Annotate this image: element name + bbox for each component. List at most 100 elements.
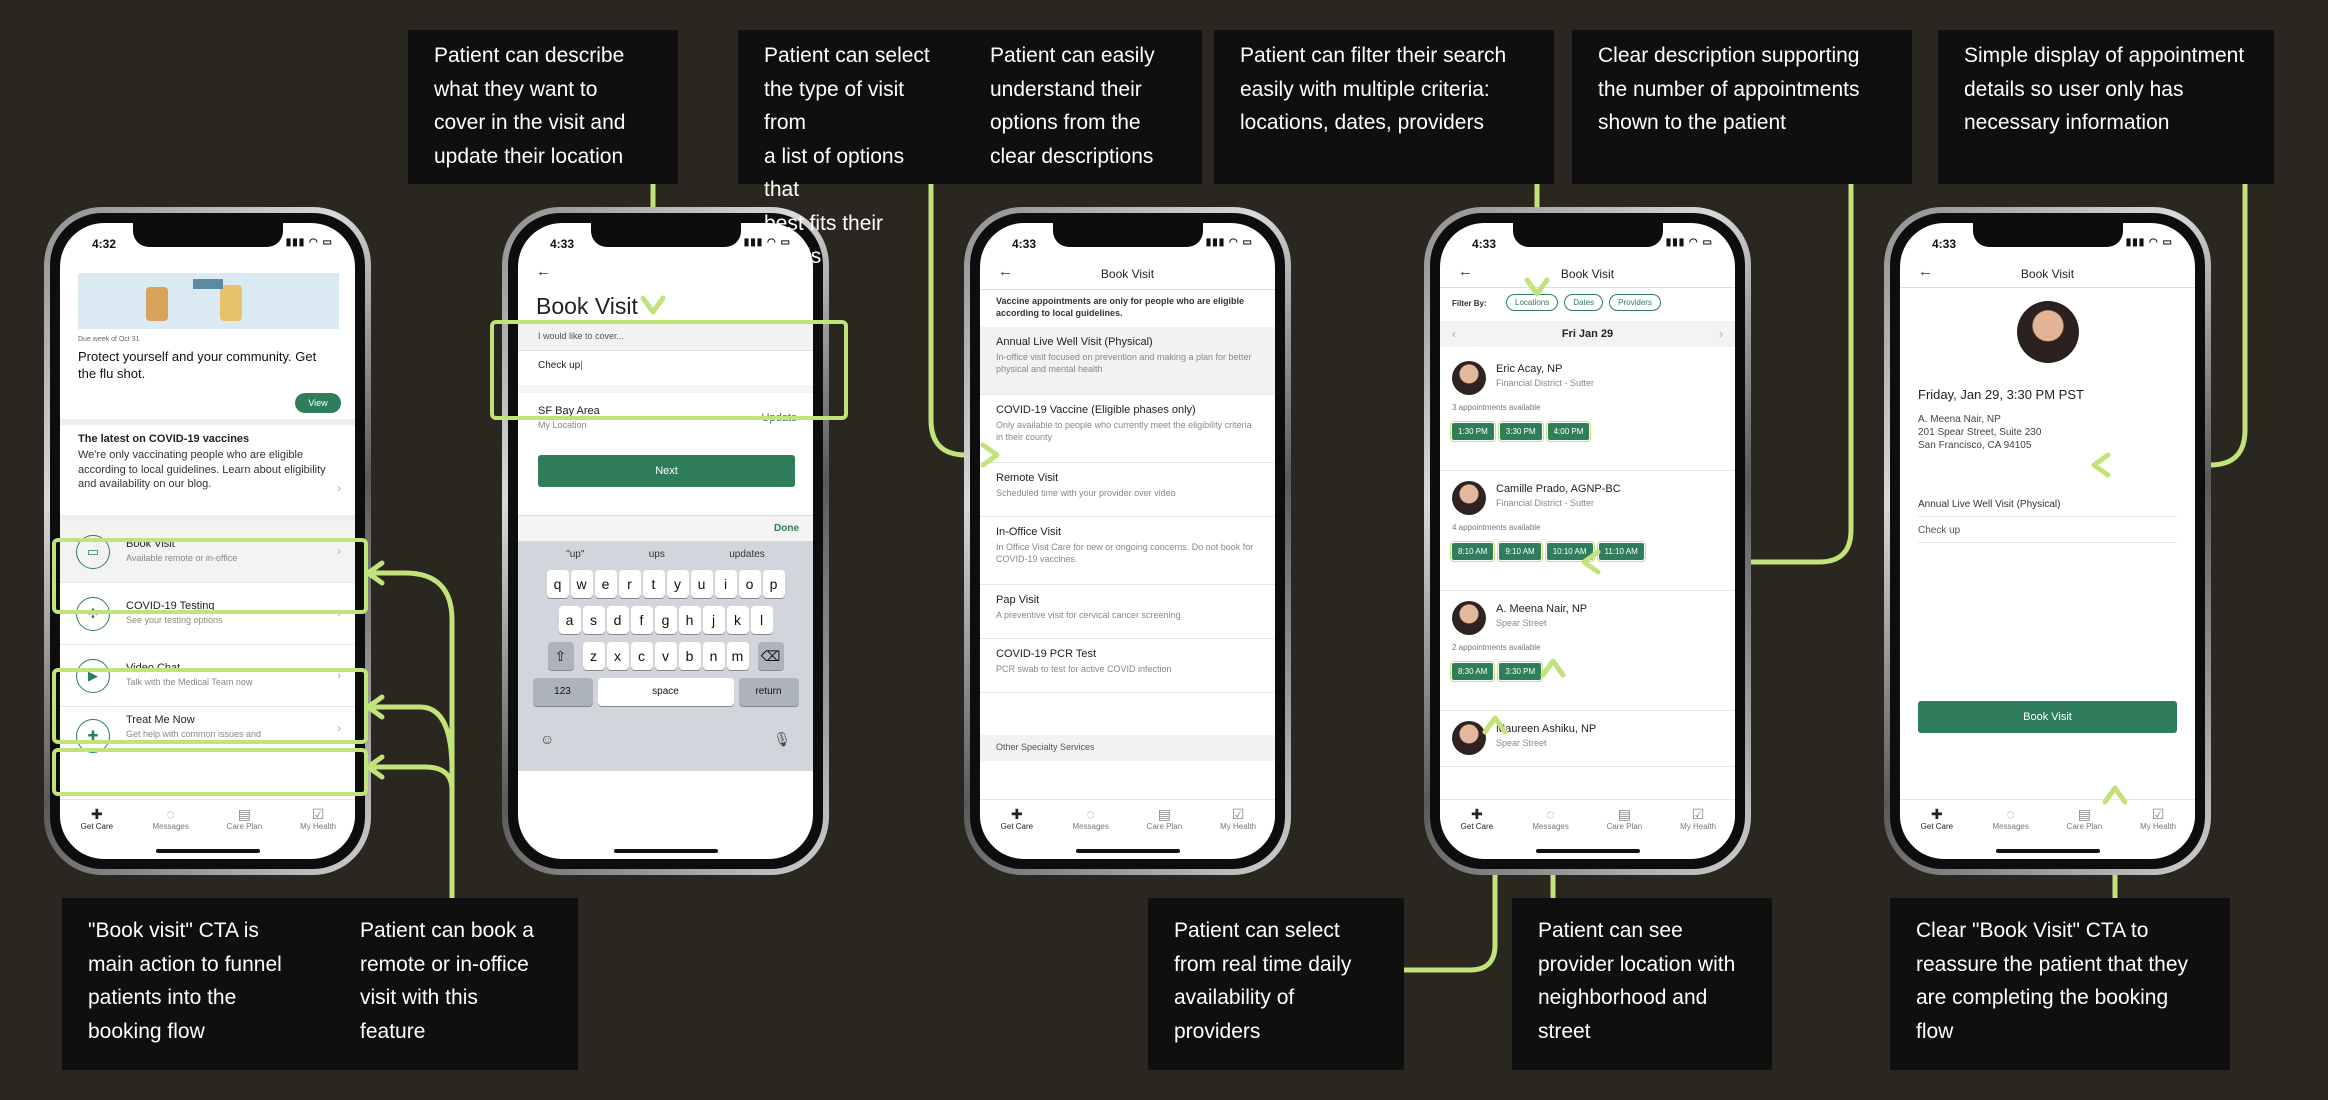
key-i[interactable]: i [714,570,737,598]
notch [1512,223,1663,247]
key-j[interactable]: j [702,606,725,634]
medkit-icon: ✚ [1011,806,1023,822]
filter-chips: Locations Dates Providers [1506,294,1661,311]
key-g[interactable]: g [654,606,677,634]
time-slot-button[interactable]: 8:30 AM [1449,661,1496,682]
book-visit-button[interactable]: Book Visit [1918,701,2177,733]
key-s[interactable]: s [582,606,605,634]
time-slot-button[interactable]: 3:30 PM [1497,661,1544,682]
tab-get-care[interactable]: ✚ Get Care [1440,800,1514,841]
key-f[interactable]: f [630,606,653,634]
tab-my-health[interactable]: ☑ My Health [1201,800,1275,841]
time-slot-button[interactable]: 1:30 PM [1450,421,1496,442]
appointment-datetime: Friday, Jan 29, 3:30 PM PST [1918,387,2084,402]
tab-messages[interactable]: ◌ Messages [1514,800,1588,841]
provider-name[interactable]: Maureen Ashiku, NP [1496,723,1596,735]
time-slot-button[interactable]: 9:10 AM [1497,541,1543,562]
visit-option[interactable]: COVID-19 PCR Test PCR swab to test for ac… [980,639,1275,693]
provider-row: Eric Acay, NP Financial District - Sutter… [1440,351,1735,471]
return-key[interactable]: return [738,678,799,706]
tab-messages[interactable]: ◌ Messages [1054,800,1128,841]
tab-get-care[interactable]: ✚ Get Care [1900,800,1974,841]
tab-my-health[interactable]: ☑ My Health [281,800,355,841]
key-z[interactable]: z [582,642,605,670]
health-icon: ☑ [2151,806,2165,822]
visit-option[interactable]: COVID-19 Vaccine (Eligible phases only) O… [980,395,1275,463]
tab-label: Care Plan [1146,822,1183,831]
provider-name[interactable]: Camille Prado, AGNP-BC [1496,483,1621,495]
key-w[interactable]: w [570,570,593,598]
key-l[interactable]: l [750,606,773,634]
tab-bar: ✚ Get Care ◌ Messages ▤ Care Plan ☑ My Healt… [1440,799,1735,841]
key-q[interactable]: q [546,570,569,598]
suggestion[interactable]: "up" [566,549,584,560]
key-n[interactable]: n [702,642,725,670]
filter-chip-providers[interactable]: Providers [1609,294,1661,311]
tab-get-care[interactable]: ✚ Get Care [980,800,1054,841]
time-slot-button[interactable]: 3:30 PM [1497,421,1544,442]
tab-my-health[interactable]: ☑ My Health [1661,800,1735,841]
covid-body[interactable]: We're only vaccinating people who are el… [78,448,329,492]
time-slot-button[interactable]: 8:10 AM [1449,541,1496,562]
filter-chip-dates[interactable]: Dates [1564,294,1604,311]
tab-messages[interactable]: ◌ Messages [134,800,208,841]
key-y[interactable]: y [666,570,689,598]
key-a[interactable]: a [558,606,581,634]
back-arrow-icon[interactable]: ← [536,263,551,280]
space-key[interactable]: space [597,678,734,706]
key-t[interactable]: t [642,570,665,598]
key-b[interactable]: b [678,642,701,670]
suggestion[interactable]: ups [649,549,665,560]
tab-care-plan[interactable]: ▤ Care Plan [2048,800,2122,841]
microphone-icon[interactable]: 🎙 [773,731,791,748]
key-d[interactable]: d [606,606,629,634]
clipboard-icon: ▤ [1157,806,1171,822]
health-icon: ☑ [311,806,325,822]
tab-messages[interactable]: ◌ Messages [1974,800,2048,841]
view-button[interactable]: View [295,393,341,413]
medkit-icon: ✚ [1471,806,1483,822]
note-clear-cta: Clear "Book Visit" CTA to reassure the p… [1890,898,2230,1070]
tab-care-plan[interactable]: ▤ Care Plan [1588,800,1662,841]
chevron-right-icon[interactable]: › [1719,327,1723,341]
suggestion[interactable]: updates [729,549,765,560]
visit-option[interactable]: Remote Visit Scheduled time with your pro… [980,463,1275,517]
key-x[interactable]: x [606,642,629,670]
emoji-icon[interactable]: ☺ [540,731,554,747]
backspace-key-icon[interactable]: ⌫ [757,642,784,670]
visit-option[interactable]: In-Office Visit In Office Visit Care for … [980,517,1275,585]
key-k[interactable]: k [726,606,749,634]
numbers-key[interactable]: 123 [532,678,593,706]
done-button[interactable]: Done [774,523,799,534]
key-e[interactable]: e [594,570,617,598]
status-time: 4:33 [550,237,575,251]
visit-option[interactable]: Pap Visit A preventive visit for cervical… [980,585,1275,639]
option-description: PCR swab to test for active COVID infect… [996,664,1172,674]
provider-location: Financial District - Sutter [1496,498,1595,508]
key-c[interactable]: c [630,642,653,670]
shift-key-icon[interactable]: ⇧ [547,642,574,670]
tab-care-plan[interactable]: ▤ Care Plan [208,800,282,841]
key-h[interactable]: h [678,606,701,634]
tab-care-plan[interactable]: ▤ Care Plan [1128,800,1202,841]
option-title: Pap Visit [996,594,1040,606]
visit-option[interactable]: Annual Live Well Visit (Physical) In-offi… [980,327,1275,395]
key-m[interactable]: m [726,642,749,670]
keyboard-toolbar: Done [518,515,813,541]
provider-name[interactable]: A. Meena Nair, NP [1496,603,1587,615]
medkit-icon: ✚ [1931,806,1943,822]
time-slot-button[interactable]: 10:10 AM [1544,541,1595,562]
time-slots: 1:30 PM 3:30 PM 4:00 PM [1450,421,1595,442]
key-u[interactable]: u [690,570,713,598]
provider-name[interactable]: Eric Acay, NP [1496,363,1562,375]
key-o[interactable]: o [738,570,761,598]
filter-chip-locations[interactable]: Locations [1506,294,1559,311]
tab-get-care[interactable]: ✚ Get Care [60,800,134,841]
time-slot-button[interactable]: 4:00 PM [1545,421,1592,442]
key-p[interactable]: p [762,570,785,598]
key-r[interactable]: r [618,570,641,598]
key-v[interactable]: v [654,642,677,670]
time-slot-button[interactable]: 11:10 AM [1596,541,1646,562]
tab-my-health[interactable]: ☑ My Health [2121,800,2195,841]
next-button[interactable]: Next [538,455,795,487]
